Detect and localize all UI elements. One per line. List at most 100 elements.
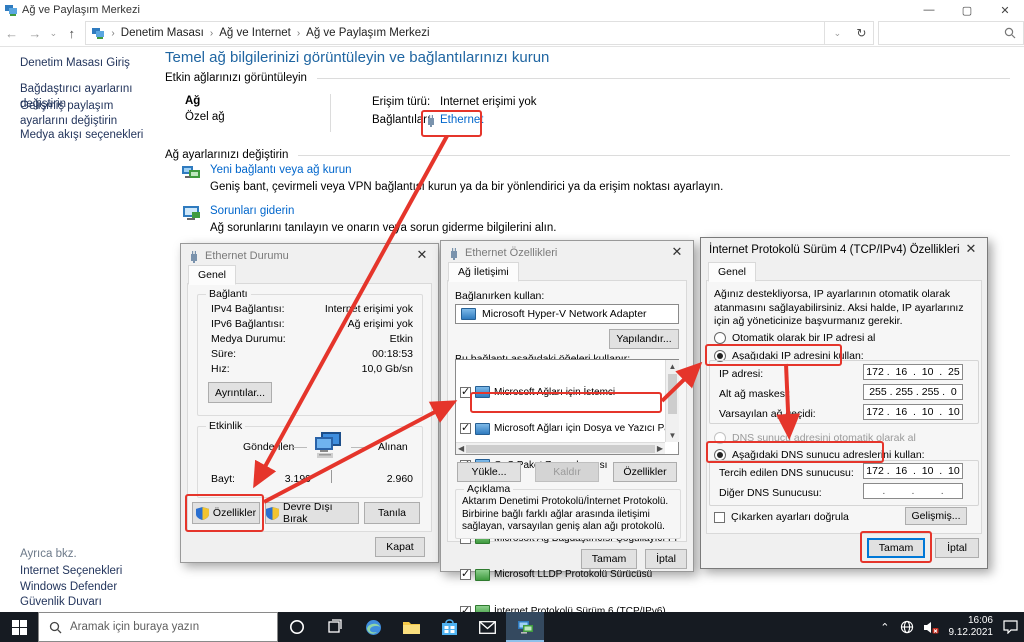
file-explorer-icon[interactable] [392, 612, 430, 642]
network-center-icon [5, 4, 18, 17]
close-button[interactable]: ✕ [986, 0, 1024, 20]
radio-icon[interactable] [714, 332, 726, 344]
scroll-down-icon[interactable]: ▼ [666, 429, 679, 442]
preferred-dns-field[interactable]: 172 . 16 . 10 . 10 [863, 463, 963, 479]
subnet-mask-field[interactable]: 255 . 255 . 255 . 0 [863, 384, 963, 400]
tab-general[interactable]: Genel [708, 262, 756, 282]
list-item[interactable]: Microsoft Ağları için Dosya ve Yazıcı Pa… [456, 423, 678, 436]
details-button[interactable]: Ayrıntılar... [208, 382, 272, 403]
minimize-button[interactable]: — [910, 0, 948, 20]
scroll-right-icon[interactable]: ▶ [657, 444, 663, 453]
protocol-listbox[interactable]: Microsoft Ağları için İstemci Microsoft … [455, 359, 679, 455]
tab-networking[interactable]: Ağ İletişimi [448, 262, 519, 282]
edge-icon[interactable] [354, 612, 392, 642]
properties-button[interactable]: Özellikler [192, 502, 260, 524]
validate-settings-checkbox[interactable]: Çıkarken ayarları doğrula [714, 511, 849, 523]
ok-button[interactable]: Tamam [867, 538, 925, 558]
checkbox-icon[interactable] [714, 512, 725, 523]
breadcrumb-item-control-panel[interactable]: Denetim Masası [121, 27, 204, 39]
history-dropdown-icon[interactable]: ⌄ [47, 28, 61, 39]
description-text: Aktarım Denetimi Protokolü/İnternet Prot… [456, 490, 680, 534]
radio-auto-ip[interactable]: Otomatik olarak bir IP adresi al [714, 332, 875, 344]
diagnose-button[interactable]: Tanıla [364, 502, 420, 524]
cortana-icon[interactable] [278, 612, 316, 642]
ip-address-field[interactable]: 172 . 16 . 10 . 25 [863, 364, 963, 380]
tray-chevron-up-icon[interactable]: ⌃ [880, 621, 889, 634]
client-icon [475, 386, 490, 398]
list-item-label: Microsoft Ağları için Dosya ve Yazıcı Pa… [494, 423, 678, 434]
back-icon[interactable]: ← [0, 26, 23, 41]
refresh-icon[interactable]: ↻ [849, 26, 873, 40]
checkbox[interactable] [460, 569, 471, 580]
sidebar-item-control-panel-home[interactable]: Denetim Masası Giriş [20, 56, 158, 71]
install-button[interactable]: Yükle... [457, 462, 521, 482]
troubleshoot-link[interactable]: Sorunları giderin [210, 205, 294, 217]
breadcrumb-item-network-sharing[interactable]: Ağ ve Paylaşım Merkezi [306, 27, 429, 39]
search-input[interactable] [878, 21, 1024, 45]
breadcrumb-item-network-internet[interactable]: Ağ ve Internet [219, 27, 291, 39]
scroll-up-icon[interactable]: ▲ [666, 360, 679, 373]
scroll-thumb[interactable] [466, 445, 655, 453]
advanced-button[interactable]: Gelişmiş... [905, 507, 967, 525]
list-item-label: Microsoft LLDP Protokolü Sürücüsü [494, 569, 652, 580]
sidebar-item-media-streaming[interactable]: Medya akışı seçenekleri [20, 128, 158, 143]
close-icon[interactable]: ✕ [661, 241, 693, 263]
activity-groupbox: Etkinlik [197, 426, 423, 498]
taskbar: Aramak için buraya yazın ⌃ 16:06 9.12.20… [0, 612, 1024, 642]
speed-label: Hız: [211, 363, 230, 375]
gateway-field[interactable]: 172 . 16 . 10 . 10 [863, 404, 963, 420]
list-item[interactable]: Microsoft LLDP Protokolü Sürücüsü [456, 569, 678, 582]
tray-clock[interactable]: 16:06 9.12.2021 [949, 615, 994, 640]
item-properties-button[interactable]: Özellikler [613, 462, 677, 482]
tab-general[interactable]: Genel [188, 265, 236, 285]
ok-button[interactable]: Tamam [581, 549, 637, 569]
tray-date: 9.12.2021 [949, 627, 994, 640]
maximize-button[interactable]: ▢ [948, 0, 986, 20]
task-view-icon[interactable] [316, 612, 354, 642]
new-connection-link[interactable]: Yeni bağlantı veya ağ kurun [210, 164, 352, 176]
divider [293, 447, 307, 448]
address-dropdown-icon[interactable]: ⌄ [825, 28, 849, 39]
ethernet-plug-icon [189, 250, 199, 263]
network-center-taskbar-icon[interactable] [506, 612, 544, 642]
store-icon[interactable] [430, 612, 468, 642]
volume-muted-icon[interactable] [924, 621, 939, 634]
taskbar-search-input[interactable]: Aramak için buraya yazın [38, 612, 278, 642]
ipv6-connectivity-value: Ağ erişimi yok [301, 318, 413, 330]
sidebar-item-internet-options[interactable]: Internet Seçenekleri [20, 564, 158, 579]
cancel-button[interactable]: İptal [645, 549, 687, 569]
activity-group-label: Etkinlik [206, 420, 245, 432]
forward-icon[interactable]: → [23, 26, 46, 41]
start-button[interactable] [0, 612, 38, 642]
sidebar-item-advanced-sharing[interactable]: Gelişmiş paylaşım ayarlarını değiştirin [20, 99, 158, 129]
checkbox[interactable] [460, 423, 471, 434]
troubleshoot-icon [182, 205, 202, 222]
list-item-label: Microsoft Ağları için İstemci [494, 387, 615, 398]
scroll-left-icon[interactable]: ◀ [458, 444, 464, 453]
cancel-button[interactable]: İptal [935, 538, 979, 558]
list-item[interactable]: Microsoft Ağları için İstemci [456, 386, 678, 399]
close-dialog-button[interactable]: Kapat [375, 537, 425, 557]
ethernet-connection-link[interactable]: Ethernet [440, 114, 483, 126]
action-center-icon[interactable] [1003, 620, 1018, 634]
divider [351, 447, 365, 448]
horizontal-scrollbar[interactable]: ◀▶ [456, 442, 665, 454]
troubleshoot-desc: Ağ sorunlarını tanılayın ve onarın veya … [210, 222, 556, 234]
close-icon[interactable]: ✕ [955, 238, 987, 260]
sidebar-item-defender-firewall[interactable]: Windows Defender Güvenlik Duvarı [20, 580, 145, 610]
mail-icon[interactable] [468, 612, 506, 642]
up-icon[interactable]: ↑ [60, 26, 83, 41]
vertical-scrollbar[interactable]: ▲ ▼ [665, 360, 679, 442]
access-type-value: Internet erişimi yok [440, 96, 537, 108]
network-globe-icon[interactable] [900, 620, 914, 634]
disable-button[interactable]: Devre Dışı Bırak [265, 502, 359, 524]
scroll-thumb[interactable] [668, 374, 677, 414]
checkbox[interactable] [460, 387, 471, 398]
media-state-label: Medya Durumu: [211, 333, 286, 345]
adapter-name: Microsoft Hyper-V Network Adapter [482, 308, 647, 320]
configure-button[interactable]: Yapılandır... [609, 329, 679, 349]
alternate-dns-field[interactable]: . . . [863, 483, 963, 499]
ethernet-plug-icon [426, 114, 436, 127]
divider [317, 78, 1010, 79]
close-icon[interactable]: ✕ [406, 244, 438, 266]
